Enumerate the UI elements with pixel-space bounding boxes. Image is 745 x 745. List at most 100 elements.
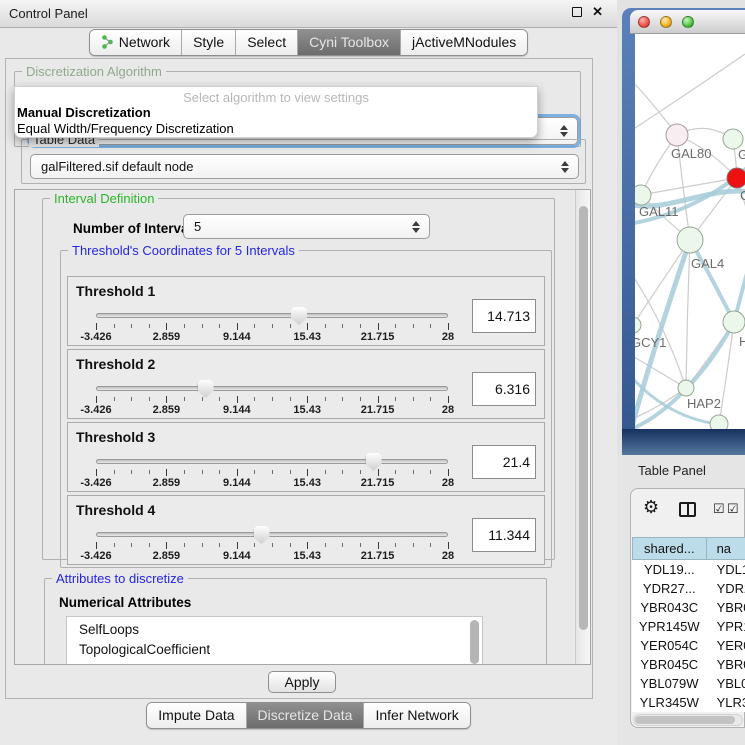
table-row[interactable]: YDL19...YDL1 xyxy=(632,560,745,579)
table-row[interactable]: YDR27...YDR2 xyxy=(632,579,745,598)
network-node[interactable] xyxy=(677,227,703,253)
group-title: Threshold's Coordinates for 5 Intervals xyxy=(68,243,299,258)
attribute-item[interactable]: BetweennessCentrality xyxy=(67,660,482,665)
panel-scrollbar[interactable] xyxy=(575,190,590,664)
network-node[interactable] xyxy=(723,129,743,149)
network-node[interactable] xyxy=(635,317,641,333)
table-row[interactable]: YBR045CYBR0 xyxy=(632,655,745,674)
table-hscrollbar-thumb[interactable] xyxy=(635,716,735,724)
panel-title: Control Panel xyxy=(0,6,88,21)
cell-name[interactable]: YDL1 xyxy=(707,560,745,579)
cell-shared-name[interactable]: YER054C xyxy=(632,636,707,655)
tick-label: 2.859 xyxy=(153,331,181,343)
cell-shared-name[interactable]: YPR145W xyxy=(632,617,707,636)
network-node[interactable] xyxy=(678,380,694,396)
cell-name[interactable]: YPR1 xyxy=(707,617,745,636)
cell-name[interactable]: YBR0 xyxy=(707,598,745,617)
attribute-item[interactable]: TopologicalCoefficient xyxy=(67,640,482,660)
close-panel-icon[interactable]: ✕ xyxy=(592,7,603,17)
cell-name[interactable]: YLR3 xyxy=(707,693,745,712)
apply-button[interactable]: Apply xyxy=(268,671,336,693)
threshold-slider[interactable] xyxy=(96,386,448,391)
attribute-item[interactable]: SelfLoops xyxy=(67,620,482,640)
tab-cyni-toolbox[interactable]: Cyni Toolbox xyxy=(297,30,400,55)
cell-shared-name[interactable]: YBR045C xyxy=(632,655,707,674)
algorithm-dropdown-popup: Select algorithm to view settings Manual… xyxy=(14,86,538,138)
network-window-frame xyxy=(622,429,745,455)
network-node[interactable] xyxy=(723,311,745,333)
checkbox-icon-1[interactable]: ☑ xyxy=(713,501,725,517)
minimize-window-icon[interactable] xyxy=(660,16,672,28)
combo-stepper-icon xyxy=(561,161,569,173)
network-node[interactable] xyxy=(710,415,728,429)
tick-label: 21.715 xyxy=(361,550,395,562)
tick-label: 9.144 xyxy=(223,477,251,489)
bottom-tab-bar: Impute Data Discretize Data Infer Networ… xyxy=(146,702,470,729)
tick-label: 28 xyxy=(442,550,454,562)
combo-value: galFiltered.sif default node xyxy=(41,159,193,174)
checkbox-icon-2[interactable]: ☑ xyxy=(727,501,739,517)
threshold-value-field[interactable]: 6.316 xyxy=(472,372,536,406)
tab-style[interactable]: Style xyxy=(181,30,235,55)
cell-shared-name[interactable]: YBR043C xyxy=(632,598,707,617)
cell-shared-name[interactable]: YDR27... xyxy=(632,579,707,598)
table-row[interactable]: YPR145WYPR1 xyxy=(632,617,745,636)
panel-scrollbar-thumb[interactable] xyxy=(579,206,588,630)
table-panel: Table Panel ⚙ ☑ ☑ shared... na YDL19...Y… xyxy=(617,455,745,745)
table-columns-icon[interactable] xyxy=(679,502,696,517)
tab-jactivemnodules[interactable]: jActiveMNodules xyxy=(400,30,527,55)
table-data-combobox[interactable]: galFiltered.sif default node xyxy=(30,154,579,179)
tick-label: 9.144 xyxy=(223,404,251,416)
tab-select[interactable]: Select xyxy=(235,30,297,55)
zoom-window-icon[interactable] xyxy=(682,16,694,28)
cell-name[interactable]: YBL0 xyxy=(707,674,745,693)
network-node[interactable] xyxy=(666,124,688,146)
table-panel-title: Table Panel xyxy=(638,463,706,478)
tab-label: Impute Data xyxy=(158,707,234,723)
tick-label: 15.43 xyxy=(293,477,321,489)
float-panel-icon[interactable] xyxy=(572,7,582,17)
popup-item-equal-width-frequency[interactable]: Equal Width/Frequency Discretization xyxy=(15,121,537,137)
threshold-value-field[interactable]: 21.4 xyxy=(472,445,536,479)
tab-label: jActiveMNodules xyxy=(412,34,516,50)
cell-shared-name[interactable]: YBL079W xyxy=(632,674,707,693)
cell-shared-name[interactable]: YLR345W xyxy=(632,693,707,712)
threshold-slider[interactable] xyxy=(96,313,448,318)
slider-ticks xyxy=(96,323,448,331)
network-node-label: C xyxy=(740,188,745,203)
cell-name[interactable]: YDR2 xyxy=(707,579,745,598)
threshold-slider[interactable] xyxy=(96,532,448,537)
table-row[interactable]: YBR043CYBR0 xyxy=(632,598,745,617)
cell-name[interactable]: YBR0 xyxy=(707,655,745,674)
table-header: shared... na xyxy=(632,537,745,560)
number-of-intervals-spinner[interactable]: 5 xyxy=(183,214,430,239)
popup-item-manual-discretization[interactable]: Manual Discretization xyxy=(15,105,537,121)
tick-label: -3.426 xyxy=(80,331,111,343)
threshold-value-field[interactable]: 11.344 xyxy=(472,518,536,552)
tab-network[interactable]: Network xyxy=(90,30,181,55)
column-header-name[interactable]: na xyxy=(707,537,745,560)
network-window-titlebar[interactable] xyxy=(630,10,745,34)
network-node[interactable] xyxy=(635,185,651,205)
threshold-slider[interactable] xyxy=(96,459,448,464)
cell-shared-name[interactable]: YDL19... xyxy=(632,560,707,579)
tab-infer-network[interactable]: Infer Network xyxy=(363,703,469,728)
network-node[interactable] xyxy=(727,168,745,188)
tab-discretize-data[interactable]: Discretize Data xyxy=(246,703,364,728)
table-hscrollbar[interactable] xyxy=(633,714,743,726)
tab-impute-data[interactable]: Impute Data xyxy=(147,703,245,728)
list-scrollbar[interactable] xyxy=(470,620,479,664)
table-row[interactable]: YER054CYER0 xyxy=(632,636,745,655)
slider-ticks xyxy=(96,542,448,550)
settings-gear-icon[interactable]: ⚙ xyxy=(643,497,659,518)
network-icon xyxy=(101,35,114,49)
threshold-value-field[interactable]: 14.713 xyxy=(472,299,536,333)
numerical-attributes-list[interactable]: SelfLoopsTopologicalCoefficientBetweenne… xyxy=(66,616,483,665)
network-canvas[interactable]: GAL80GACGAL11GAL4GCY1HHAP2 xyxy=(635,34,745,429)
network-edge xyxy=(635,240,690,325)
cell-name[interactable]: YER0 xyxy=(707,636,745,655)
table-row[interactable]: YBL079WYBL0 xyxy=(632,674,745,693)
column-header-shared-name[interactable]: shared... xyxy=(632,537,707,560)
close-window-icon[interactable] xyxy=(638,16,650,28)
table-row[interactable]: YLR345WYLR3 xyxy=(632,693,745,712)
